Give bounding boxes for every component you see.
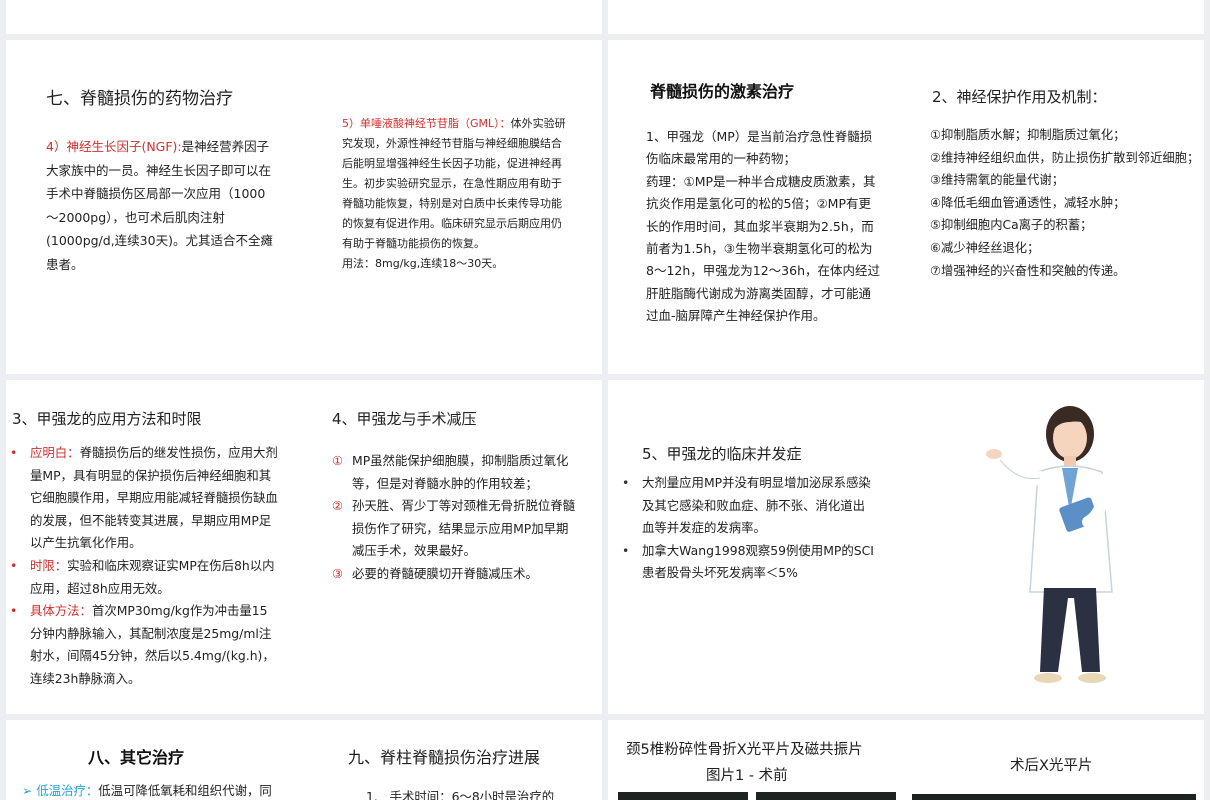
- list-item: • 加拿大Wang1998观察59例使用MP的SCI患者股骨头坏死发病率＜5%: [622, 540, 876, 585]
- bullet: •: [10, 603, 18, 619]
- item-text: MP虽然能保护细胞膜，抑制脂质过氧化等，但是对脊髓水肿的作用较差；: [352, 453, 569, 491]
- mp-line: 抗炎作用是氢化可的松的5倍；②MP有更: [646, 196, 871, 212]
- mp-line: 伤临床最常用的一种药物；: [646, 151, 797, 167]
- complication-list: • 大剂量应用MP并没有明显增加泌尿系感染及其它感染和败血症、肺不张、消化道出血等…: [622, 472, 876, 585]
- slide-title: 脊髓损伤的激素治疗: [650, 82, 795, 101]
- circled-number: ①: [332, 453, 344, 468]
- hypothermia-line: ➢ 低温治疗：低温可降低氧耗和组织代谢，同: [22, 780, 272, 800]
- mechanism-item: ②维持神经组织血供，防止损伤扩散到邻近细胞；: [930, 150, 1200, 165]
- mp-line: 1、甲强龙（MP）是当前治疗急性脊髓损: [646, 129, 873, 144]
- list-item: ② 孙天胜、胥少丁等对颈椎无骨折脱位脊髓损伤作了研究，结果显示应用MP加早期减压手…: [332, 495, 576, 563]
- ngf-paragraph: 4）神经生长因子(NGF):是神经营养因子大家族中的一员。神经生长因子即可以在手…: [46, 135, 276, 276]
- mp-line: 长的作用时间，其血浆半衰期为2.5h，而: [646, 218, 874, 234]
- postop-xray-image: [912, 794, 1196, 800]
- preop-xray-image: [618, 792, 748, 800]
- item-label: 应明白：: [30, 445, 80, 460]
- xray-title: 颈5椎粉碎性骨折X光平片及磁共振片: [626, 742, 863, 758]
- slide-hormone-therapy: 脊髓损伤的激素治疗 1、甲强龙（MP）是当前治疗急性脊髓损 伤临床最常用的一种药…: [608, 40, 1204, 374]
- slide-other-treatment: 八、其它治疗 ➢ 低温治疗：低温可降低氧耗和组织代谢，同 九、脊柱脊髓损伤治疗进…: [6, 720, 602, 800]
- mechanism-item: ④降低毛细血管通透性，减轻水肿；: [930, 195, 1126, 210]
- mp-line: 药理：①MP是一种半合成糖皮质激素，其: [646, 173, 876, 189]
- slide-title: 七、脊髓损伤的药物治疗: [46, 89, 233, 109]
- mp-line: 过血-脑屏障产生神经保护作用。: [646, 308, 826, 324]
- slide-mp-application: 3、甲强龙的应用方法和时限 • 应明白：脊髓损伤后的继发性损伤，应用大剂量MP，具…: [6, 380, 602, 714]
- bullet: •: [622, 542, 630, 558]
- ngf-label: 4）神经生长因子(NGF):: [46, 139, 182, 154]
- list-item: • 时限：实验和临床观察证实MP在伤后8h以内应用，超过8h应用无效。: [10, 555, 278, 600]
- bullet: •: [622, 475, 630, 490]
- xray-subtitle: 图片1 - 术前: [706, 768, 788, 784]
- ngf-text: 是神经营养因子大家族中的一员。神经生长因子即可以在手术中脊髓损伤区局部一次应用（…: [46, 139, 273, 272]
- item-text: 低温可降低氧耗和组织代谢，同: [98, 783, 272, 798]
- list-item: ③ 必要的脊髓硬膜切开脊髓减压术。: [332, 563, 576, 586]
- circled-number: ②: [332, 498, 344, 514]
- mechanism-item: ⑦增强神经的兴奋性和突触的传递。: [930, 263, 1126, 278]
- decompression-title: 4、甲强龙与手术减压: [332, 410, 477, 428]
- mp-line: 肝脏脂酶代谢成为游离类固醇，才可能通: [646, 285, 872, 301]
- preop-mri-image: [756, 792, 896, 800]
- gml-paragraph: 5）单唾液酸神经节苷脂（GML）：体外实验研究发现，外源性神经节苷脂与神经细胞膜…: [342, 114, 572, 274]
- slide-title: 5、甲强龙的临床并发症: [642, 445, 802, 463]
- item-text: 孙天胜、胥少丁等对颈椎无骨折脱位脊髓损伤作了研究，结果显示应用MP加早期减压手术…: [352, 498, 576, 559]
- item-label: 具体方法：: [30, 603, 92, 619]
- application-list: • 应明白：脊髓损伤后的继发性损伤，应用大剂量MP，具有明显的保护损伤后神经细胞和…: [10, 442, 278, 691]
- decompression-list: ① MP虽然能保护细胞膜，抑制脂质过氧化等，但是对脊髓水肿的作用较差； ② 孙天胜、…: [332, 450, 576, 586]
- top-card-left: [6, 0, 602, 34]
- progress-title: 九、脊柱脊髓损伤治疗进展: [348, 748, 541, 767]
- item-label: 时限：: [30, 557, 68, 573]
- mechanism-item: ①抑制脂质水解；抑制脂质过氧化；: [930, 128, 1126, 142]
- gml-usage: 用法：8mg/kg,连续18～30天。: [342, 257, 504, 270]
- slide-title: 八、其它治疗: [88, 748, 185, 767]
- mechanism-list: ①抑制脂质水解；抑制脂质过氧化； ②维持神经组织血供，防止损伤扩散到邻近细胞； …: [930, 124, 1200, 282]
- slide-title: 3、甲强龙的应用方法和时限: [12, 410, 202, 428]
- item-text: 脊髓损伤后的继发性损伤，应用大剂量MP，具有明显的保护损伤后神经细胞和其它细胞膜…: [30, 445, 278, 551]
- item-text: 实验和临床观察证实MP在伤后8h以内应用，超过8h应用无效。: [30, 557, 275, 596]
- list-item: • 大剂量应用MP并没有明显增加泌尿系感染及其它感染和败血症、肺不张、消化道出血等…: [622, 472, 876, 540]
- progress-first-item: 1. 手术时间：6～8小时是治疗的: [366, 789, 555, 800]
- gml-label: 5）单唾液酸神经节苷脂（GML）：: [342, 117, 511, 130]
- postop-title: 术后X光平片: [1010, 758, 1093, 774]
- list-item: ① MP虽然能保护细胞膜，抑制脂质过氧化等，但是对脊髓水肿的作用较差；: [332, 450, 576, 495]
- doctor-illustration-icon: [986, 406, 1113, 683]
- slide-drug-therapy: 七、脊髓损伤的药物治疗 4）神经生长因子(NGF):是神经营养因子大家族中的一员…: [6, 40, 602, 374]
- item-text: 加拿大Wang1998观察59例使用MP的SCI患者股骨头坏死发病率＜5%: [642, 542, 874, 581]
- list-item: • 应明白：脊髓损伤后的继发性损伤，应用大剂量MP，具有明显的保护损伤后神经细胞和…: [10, 442, 278, 555]
- list-item: • 具体方法：首次MP30mg/kg作为冲击量15分钟内静脉输入，其配制浓度是25…: [10, 600, 278, 690]
- top-card-right: [608, 0, 1204, 34]
- item-label: 低温治疗：: [36, 783, 99, 798]
- arrow-bullet-icon: ➢: [22, 783, 33, 798]
- item-text: 必要的脊髓硬膜切开脊髓减压术。: [352, 565, 538, 581]
- bullet: •: [10, 445, 18, 460]
- mp-line: 前者为1.5h，③生物半衰期氢化可的松为: [646, 241, 873, 257]
- mp-line: 8～12h，甲强龙为12～36h，在体内经过: [646, 263, 881, 279]
- slide-xray-images: 颈5椎粉碎性骨折X光平片及磁共振片 图片1 - 术前 术后X光平片: [608, 720, 1204, 800]
- slide-complications: 5、甲强龙的临床并发症 • 大剂量应用MP并没有明显增加泌尿系感染及其它感染和败血…: [608, 380, 1204, 714]
- mp-paragraph: 1、甲强龙（MP）是当前治疗急性脊髓损 伤临床最常用的一种药物； 药理：①MP是…: [646, 126, 896, 328]
- mechanism-item: ③维持需氧的能量代谢；: [930, 173, 1064, 188]
- circled-number: ③: [332, 565, 344, 581]
- mechanism-item: ⑥减少神经丝退化；: [930, 240, 1040, 255]
- bullet: •: [10, 557, 18, 573]
- item-text: 大剂量应用MP并没有明显增加泌尿系感染及其它感染和败血症、肺不张、消化道出血等并…: [642, 475, 871, 536]
- mechanism-title: 2、神经保护作用及机制：: [932, 88, 1107, 106]
- mechanism-item: ⑤抑制细胞内Ca离子的积蓄；: [930, 218, 1093, 233]
- gml-text: 体外实验研究发现，外源性神经节苷脂与神经细胞膜结合后能明显增强神经生长因子功能，…: [342, 117, 566, 250]
